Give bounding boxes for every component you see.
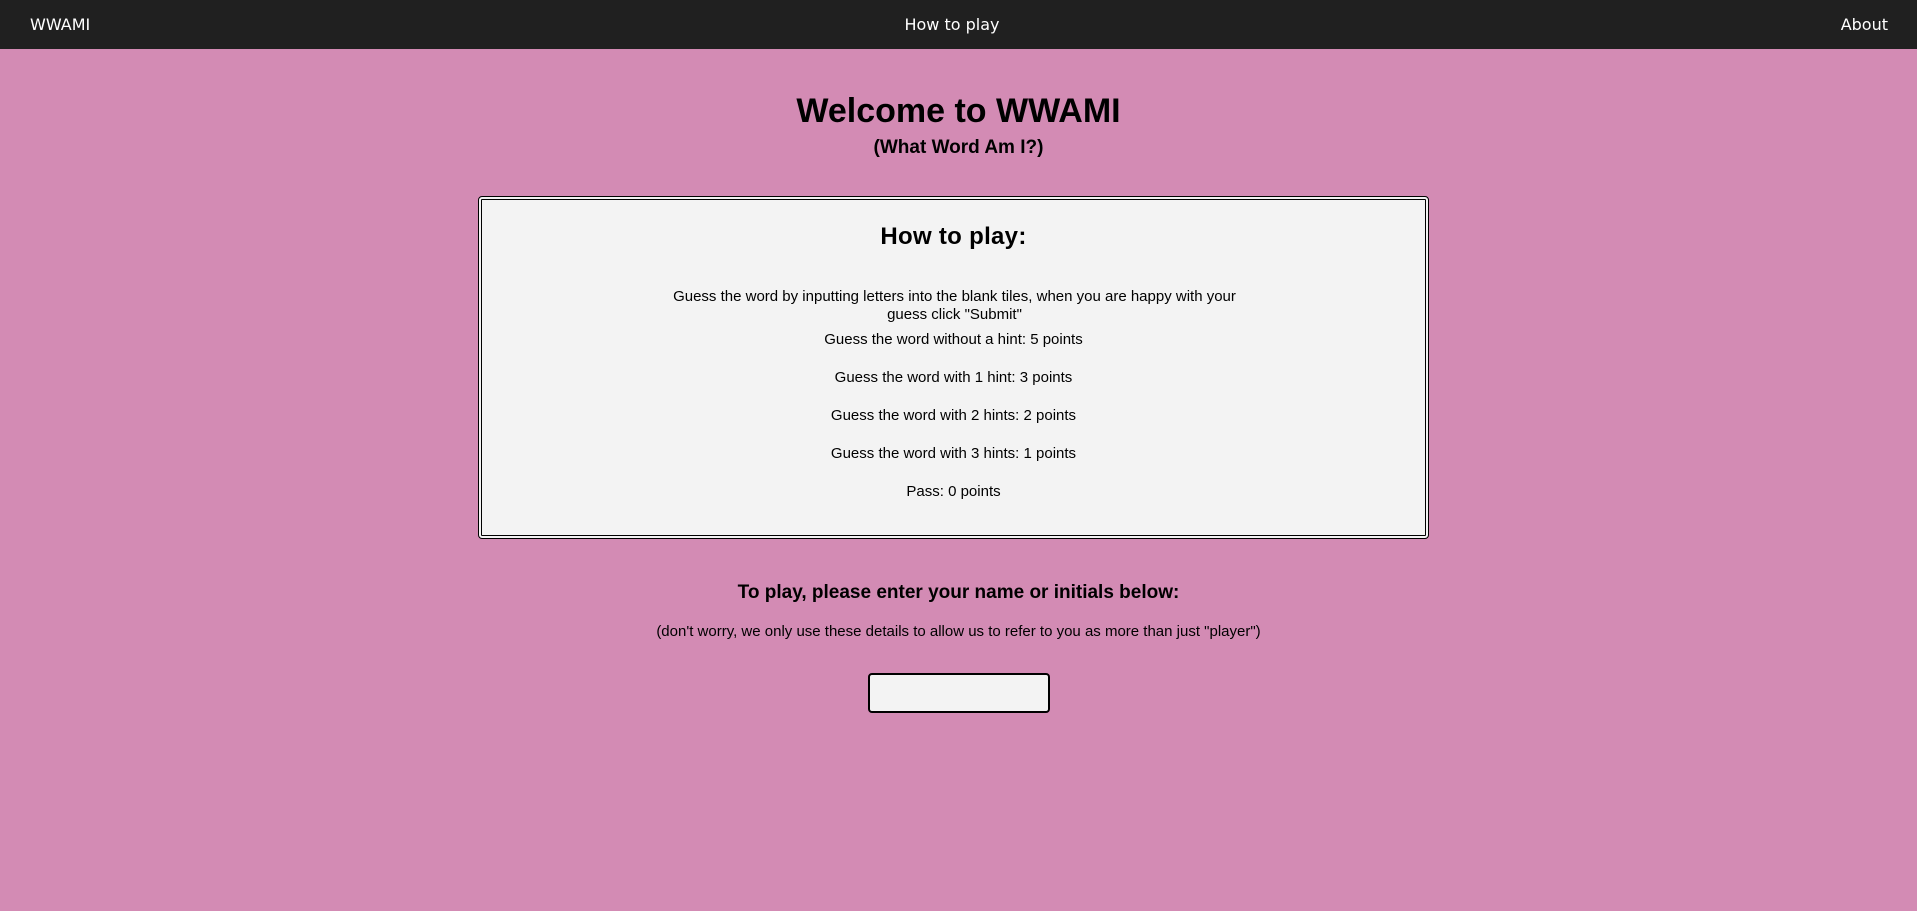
rule-three-hints: Guess the word with 3 hints: 1 points (830, 445, 1077, 462)
player-name-input[interactable] (868, 673, 1050, 713)
nav-brand-link[interactable]: WWAMI (30, 15, 90, 34)
nav-about-link[interactable]: About (1841, 15, 1888, 34)
name-prompt-heading: To play, please enter your name or initi… (737, 582, 1180, 603)
rule-two-hints: Guess the word with 2 hints: 2 points (830, 407, 1077, 424)
rule-one-hint: Guess the word with 1 hint: 3 points (834, 369, 1073, 386)
top-navbar: WWAMI How to play About (0, 0, 1917, 49)
nav-how-to-play-link[interactable]: How to play (904, 15, 999, 34)
page-subtitle: (What Word Am I?) (873, 137, 1044, 158)
how-to-play-heading: How to play: (880, 223, 1027, 250)
page-title: Welcome to WWAMI (796, 92, 1121, 130)
how-to-play-panel: How to play: Guess the word by inputting… (478, 196, 1429, 539)
how-to-play-intro: Guess the word by inputting letters into… (673, 288, 1236, 323)
name-prompt-note: (don't worry, we only use these details … (656, 623, 1261, 640)
rule-no-hint: Guess the word without a hint: 5 points (824, 331, 1083, 348)
rule-pass: Pass: 0 points (906, 483, 1001, 500)
nav-center: How to play (0, 15, 1904, 34)
